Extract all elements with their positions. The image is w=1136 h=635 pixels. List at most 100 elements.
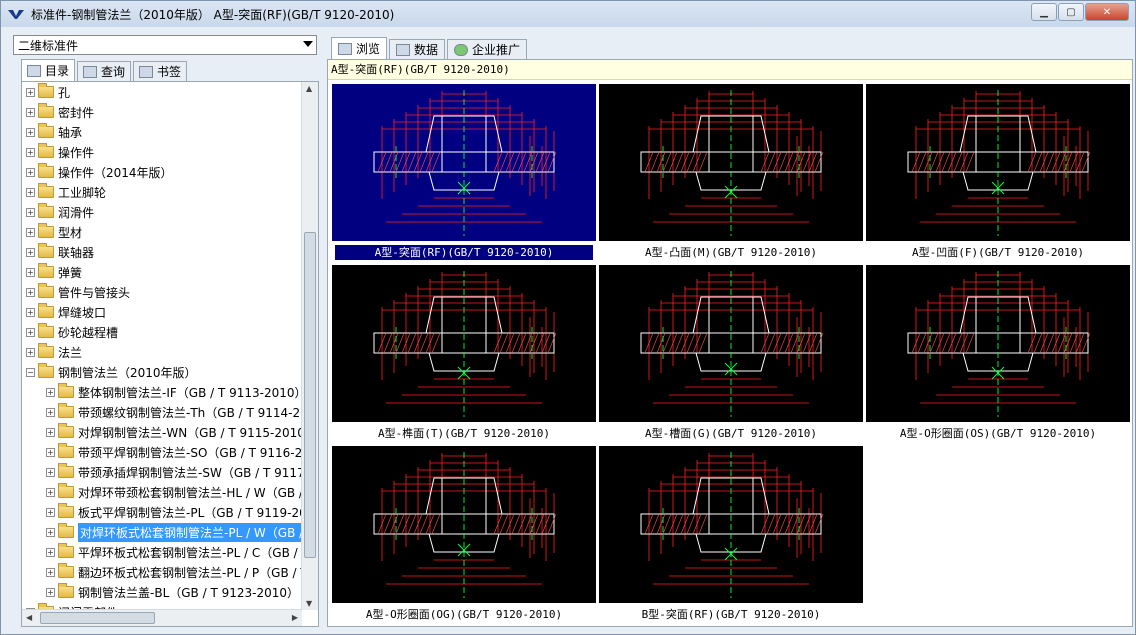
tree-node[interactable]: + 润滑件: [22, 202, 302, 222]
tree-node[interactable]: − 钢制管法兰（2010年版）: [22, 362, 302, 382]
scroll-down-icon[interactable]: ▼: [306, 599, 312, 608]
tree-node[interactable]: + 轴承: [22, 122, 302, 142]
flange-thumbnail-item[interactable]: A型-突面(RF)(GB/T 9120-2010): [332, 84, 596, 265]
flange-drawing-image[interactable]: [599, 265, 863, 422]
tab-promotion[interactable]: 企业推广: [447, 39, 528, 59]
tab-search[interactable]: 查询: [77, 61, 132, 81]
expand-toggle-icon[interactable]: +: [26, 327, 35, 337]
flange-thumbnail-item[interactable]: A型-O形圈面(OS)(GB/T 9120-2010): [866, 265, 1130, 446]
category-dropdown[interactable]: 二维标准件: [13, 35, 317, 55]
folder-icon: [58, 583, 74, 598]
tree-node[interactable]: + 对焊钢制管法兰-WN（GB / T 9115-2010）: [22, 422, 317, 442]
flange-drawing-image[interactable]: [332, 265, 596, 422]
chevron-down-icon[interactable]: [303, 41, 313, 47]
expand-toggle-icon[interactable]: +: [26, 87, 35, 97]
tree-node[interactable]: + 孔: [22, 82, 302, 102]
flange-drawing-image[interactable]: [866, 265, 1130, 422]
tree-node[interactable]: + 管件与管接头: [22, 282, 302, 302]
tree-node-label: 对焊钢制管法兰-WN（GB / T 9115-2010）: [78, 425, 317, 440]
tree-node[interactable]: + 焊缝坡口: [22, 302, 302, 322]
flange-thumbnail-item[interactable]: A型-凸面(M)(GB/T 9120-2010): [599, 84, 863, 265]
expand-toggle-icon[interactable]: +: [46, 447, 55, 457]
minimize-button[interactable]: ▁: [1031, 3, 1057, 21]
expand-toggle-icon[interactable]: +: [26, 187, 35, 197]
tree-node[interactable]: + 对焊环板式松套钢制管法兰-PL / W（GB / T 9120-2010）: [22, 522, 318, 542]
catalog-tree[interactable]: + 孔 + 密封件 + 轴承 + 操作件 + 操作件（2014年版） + 工业脚轮 + 润滑件 + 型材 + 联轴…: [21, 81, 319, 627]
flange-thumbnail-label: A型-槽面(G)(GB/T 9120-2010): [599, 425, 863, 443]
flange-drawing-image[interactable]: [332, 84, 596, 241]
scroll-right-icon[interactable]: ▶: [292, 613, 298, 622]
expand-toggle-icon[interactable]: −: [26, 367, 35, 377]
expand-toggle-icon[interactable]: +: [46, 587, 55, 597]
tree-node[interactable]: + 密封件: [22, 102, 302, 122]
flange-thumbnail-item[interactable]: B型-突面(RF)(GB/T 9120-2010): [599, 446, 863, 627]
tree-vertical-scrollbar[interactable]: ▲ ▼: [301, 82, 318, 610]
flange-drawing-image[interactable]: [599, 446, 863, 603]
tree-node[interactable]: + 钢制管法兰盖-BL（GB / T 9123-2010）: [22, 582, 302, 602]
expand-toggle-icon[interactable]: +: [26, 167, 35, 177]
folder-icon: [38, 143, 54, 158]
tree-node[interactable]: + 法兰: [22, 342, 302, 362]
expand-toggle-icon[interactable]: +: [26, 347, 35, 357]
expand-toggle-icon[interactable]: +: [46, 487, 55, 497]
tab-catalog[interactable]: 目录: [21, 59, 76, 81]
expand-toggle-icon[interactable]: +: [46, 467, 55, 477]
folder-icon: [38, 263, 54, 278]
expand-toggle-icon[interactable]: +: [26, 147, 35, 157]
tree-node[interactable]: + 整体钢制管法兰-IF（GB / T 9113-2010）: [22, 382, 307, 402]
flange-drawing-image[interactable]: [332, 446, 596, 603]
flange-drawing-image[interactable]: [866, 84, 1130, 241]
tree-node[interactable]: + 带颈螺纹钢制管法兰-Th（GB / T 9114-2010）: [22, 402, 318, 422]
expand-toggle-icon[interactable]: +: [46, 427, 55, 437]
folder-icon: [58, 523, 74, 538]
expand-toggle-icon[interactable]: +: [26, 267, 35, 277]
folder-icon: [58, 403, 74, 418]
tree-node-label: 带颈承插焊钢制管法兰-SW（GB / T 9117-2010）: [78, 465, 318, 480]
expand-toggle-icon[interactable]: +: [26, 107, 35, 117]
tab-promotion-label: 企业推广: [472, 43, 521, 57]
hscroll-thumb[interactable]: [40, 612, 155, 624]
tree-node[interactable]: + 型材: [22, 222, 302, 242]
close-button[interactable]: ✕: [1085, 3, 1129, 21]
expand-toggle-icon[interactable]: +: [46, 407, 55, 417]
scroll-thumb[interactable]: [304, 232, 316, 558]
tree-node[interactable]: + 操作件: [22, 142, 302, 162]
tree-node[interactable]: + 带颈平焊钢制管法兰-SO（GB / T 9116-2010）: [22, 442, 318, 462]
flange-drawing-image[interactable]: [599, 84, 863, 241]
tree-node[interactable]: + 平焊环板式松套钢制管法兰-PL / C（GB / T 9121-2010）: [22, 542, 318, 562]
flange-thumbnail-item[interactable]: A型-槽面(G)(GB/T 9120-2010): [599, 265, 863, 446]
tree-node[interactable]: + 砂轮越程槽: [22, 322, 302, 342]
tree-node[interactable]: + 弹簧: [22, 262, 302, 282]
expand-toggle-icon[interactable]: +: [26, 307, 35, 317]
tree-node[interactable]: + 联轴器: [22, 242, 302, 262]
expand-toggle-icon[interactable]: +: [46, 387, 55, 397]
tree-horizontal-scrollbar[interactable]: ◀ ▶: [22, 609, 302, 626]
expand-toggle-icon[interactable]: +: [46, 527, 55, 537]
tree-node[interactable]: + 工业脚轮: [22, 182, 302, 202]
tab-data-label: 数据: [414, 43, 439, 57]
expand-toggle-icon[interactable]: +: [26, 287, 35, 297]
expand-toggle-icon[interactable]: +: [26, 227, 35, 237]
expand-toggle-icon[interactable]: +: [46, 507, 55, 517]
tab-bookmarks[interactable]: 书签: [133, 61, 188, 81]
folder-icon: [38, 343, 54, 358]
tab-browse[interactable]: 浏览: [331, 37, 388, 59]
expand-toggle-icon[interactable]: +: [26, 207, 35, 217]
flange-thumbnail-item[interactable]: A型-榫面(T)(GB/T 9120-2010): [332, 265, 596, 446]
flange-thumbnail-item[interactable]: A型-凹面(F)(GB/T 9120-2010): [866, 84, 1130, 265]
expand-toggle-icon[interactable]: +: [46, 547, 55, 557]
expand-toggle-icon[interactable]: +: [26, 127, 35, 137]
tree-node[interactable]: + 带颈承插焊钢制管法兰-SW（GB / T 9117-2010）: [22, 462, 318, 482]
expand-toggle-icon[interactable]: +: [26, 247, 35, 257]
flange-thumbnail-item[interactable]: A型-O形圈面(OG)(GB/T 9120-2010): [332, 446, 596, 627]
tree-node[interactable]: + 操作件（2014年版）: [22, 162, 302, 182]
scroll-up-icon[interactable]: ▲: [306, 84, 312, 93]
maximize-button[interactable]: ▢: [1058, 3, 1084, 21]
scroll-left-icon[interactable]: ◀: [26, 613, 32, 622]
tree-node[interactable]: + 板式平焊钢制管法兰-PL（GB / T 9119-2010）: [22, 502, 318, 522]
expand-toggle-icon[interactable]: +: [46, 567, 55, 577]
tree-node[interactable]: + 对焊环带颈松套钢制管法兰-HL / W（GB / T 9118-2010）: [22, 482, 318, 502]
tab-data[interactable]: 数据: [389, 39, 446, 59]
tree-node[interactable]: + 翻边环板式松套钢制管法兰-PL / P（GB / T 9122-2010）: [22, 562, 318, 582]
flange-drawing-svg: [373, 90, 557, 236]
